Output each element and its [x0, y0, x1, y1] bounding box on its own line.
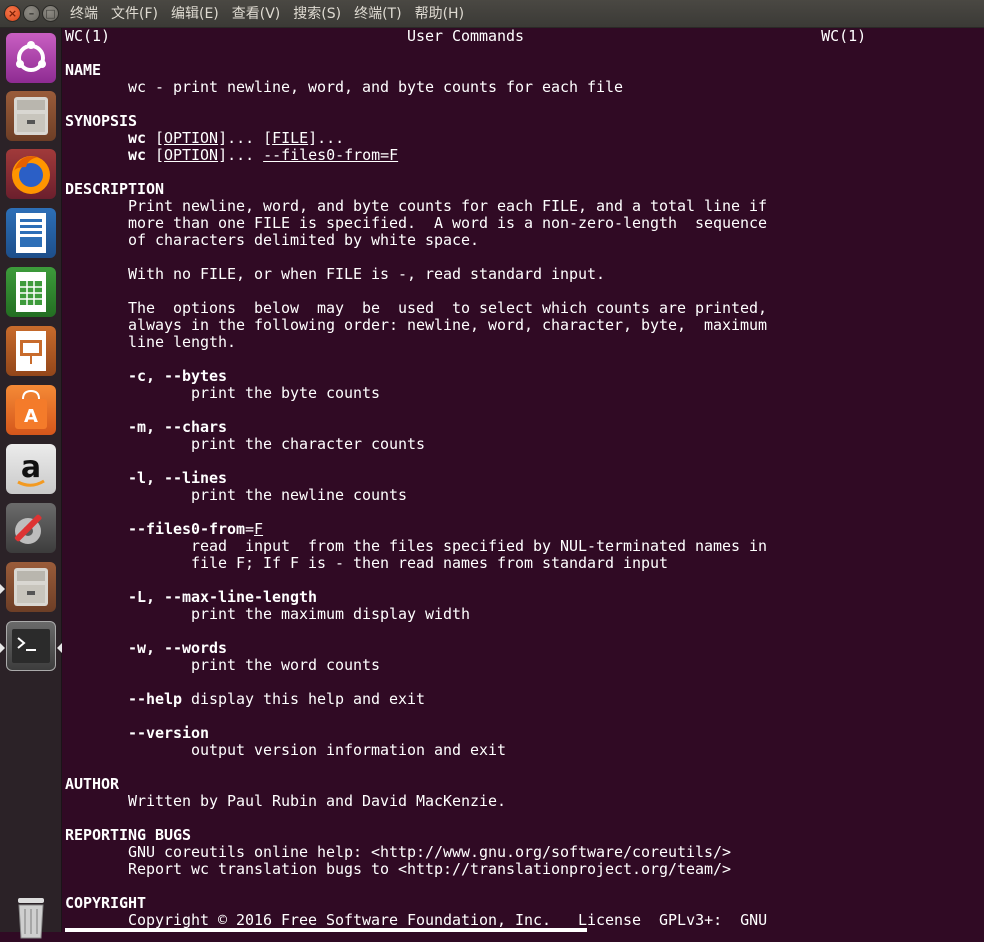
firefox-icon — [12, 156, 50, 194]
section-reporting-bugs-heading: REPORTING BUGS — [65, 826, 192, 844]
menu-bar: 终端 文件(F) 编辑(E) 查看(V) 搜索(S) 终端(T) 帮助(H) — [70, 0, 477, 28]
file-cabinet-icon — [14, 97, 48, 135]
synopsis-command: wc — [128, 129, 147, 147]
minimize-icon: – — [28, 7, 35, 20]
option-files0-from: --files0-from — [128, 520, 246, 538]
synopsis-files0-from: --files0-from=F — [263, 146, 399, 164]
option-words: -w, --words — [128, 639, 228, 657]
maximize-window-button[interactable]: □ — [42, 5, 59, 22]
minimize-window-button[interactable]: – — [23, 5, 40, 22]
launcher-firefox-button[interactable] — [6, 149, 56, 199]
terminal-window[interactable]: WC(1) User Commands WC(1) NAME wc - prin… — [62, 28, 984, 932]
menu-search[interactable]: 搜索(S) — [293, 0, 341, 28]
top-menu-bar: × – □ 终端 文件(F) 编辑(E) 查看(V) 搜索(S) 终端(T) 帮… — [0, 0, 984, 28]
document-writer-icon — [16, 213, 46, 253]
launcher-writer-button[interactable] — [6, 208, 56, 258]
header-left: WC(1) — [65, 28, 111, 45]
synopsis-ellipsis: ... — [317, 129, 345, 147]
header-center: User Commands — [407, 28, 525, 45]
section-synopsis-heading: SYNOPSIS — [65, 112, 138, 130]
menu-file[interactable]: 文件(F) — [111, 0, 158, 28]
launcher-dash-button[interactable] — [6, 33, 56, 83]
option-help-desc: display this help and exit — [182, 690, 426, 708]
svg-text:a: a — [21, 450, 41, 485]
launcher-impress-button[interactable] — [6, 326, 56, 376]
maximize-icon: □ — [45, 7, 56, 20]
copyright-text: Copyright © 2016 Free Software Foundatio… — [128, 911, 768, 929]
option-files0-equals: = — [245, 520, 255, 538]
synopsis-command: wc — [128, 146, 147, 164]
synopsis-file: FILE — [272, 129, 309, 147]
launcher-amazon-button[interactable]: a — [6, 444, 56, 494]
reporting-bugs-text: GNU coreutils online help: <http://www.g… — [128, 843, 732, 878]
svg-text:A: A — [24, 406, 38, 427]
menu-help[interactable]: 帮助(H) — [415, 0, 464, 28]
launcher-trash-button[interactable] — [6, 892, 56, 942]
option-bytes: -c, --bytes — [128, 367, 228, 385]
launcher-dock: A a — [0, 28, 62, 939]
spreadsheet-icon — [16, 272, 46, 312]
section-description-heading: DESCRIPTION — [65, 180, 165, 198]
option-chars: -m, --chars — [128, 418, 228, 436]
option-bytes-desc: print the byte counts — [191, 384, 381, 402]
header-right: WC(1) — [821, 28, 867, 45]
close-icon: × — [7, 7, 18, 20]
option-lines: -l, --lines — [128, 469, 228, 487]
launcher-settings-button[interactable] — [6, 503, 56, 553]
man-page-output: WC(1) User Commands WC(1) NAME wc - prin… — [65, 28, 867, 929]
option-words-desc: print the word counts — [191, 656, 381, 674]
synopsis-option: OPTION — [164, 129, 219, 147]
ubuntu-logo-icon — [16, 41, 46, 72]
launcher-files-active-button[interactable] — [6, 562, 56, 612]
section-name-heading: NAME — [65, 61, 102, 79]
option-chars-desc: print the character counts — [191, 435, 426, 453]
terminal-icon — [12, 629, 50, 663]
description-paragraph-1: Print newline, word, and byte counts for… — [128, 197, 768, 249]
launcher-software-button[interactable]: A — [6, 385, 56, 435]
description-paragraph-2: With no FILE, or when FILE is -, read st… — [128, 265, 606, 283]
option-max-line-length-desc: print the maximum display width — [191, 605, 471, 623]
menu-terminal[interactable]: 终端(T) — [354, 0, 401, 28]
section-copyright-heading: COPYRIGHT — [65, 894, 147, 912]
running-indicator — [0, 643, 5, 653]
author-text: Written by Paul Rubin and David MacKenzi… — [128, 792, 507, 810]
launcher-files-button[interactable] — [6, 91, 56, 141]
launcher-calc-button[interactable] — [6, 267, 56, 317]
shopping-bag-icon: A — [15, 389, 47, 429]
synopsis-ellipsis: ... — [227, 146, 255, 164]
option-files0-desc: read input from the files specified by N… — [191, 537, 768, 572]
amazon-icon: a — [17, 450, 45, 487]
close-window-button[interactable]: × — [4, 5, 21, 22]
option-help: --help — [128, 690, 183, 708]
menu-edit[interactable]: 编辑(E) — [171, 0, 219, 28]
presentation-icon — [16, 331, 46, 371]
option-max-line-length: -L, --max-line-length — [128, 588, 318, 606]
synopsis-option: OPTION — [164, 146, 219, 164]
option-lines-desc: print the newline counts — [191, 486, 408, 504]
menu-app-terminal[interactable]: 终端 — [70, 0, 98, 28]
pager-status-line — [65, 928, 587, 932]
file-cabinet-icon — [14, 568, 48, 606]
menu-view[interactable]: 查看(V) — [232, 0, 281, 28]
section-author-heading: AUTHOR — [65, 775, 120, 793]
trash-icon — [18, 898, 44, 939]
launcher-terminal-button[interactable] — [6, 621, 56, 671]
description-paragraph-3: The options below may be used to select … — [128, 299, 768, 351]
option-version: --version — [128, 724, 210, 742]
settings-wrench-icon — [14, 514, 42, 544]
synopsis-ellipsis: ... — [227, 129, 255, 147]
name-text: wc - print newline, word, and byte count… — [128, 78, 624, 96]
option-files0-arg: F — [254, 520, 264, 538]
running-indicator — [0, 584, 5, 594]
option-version-desc: output version information and exit — [191, 741, 507, 759]
